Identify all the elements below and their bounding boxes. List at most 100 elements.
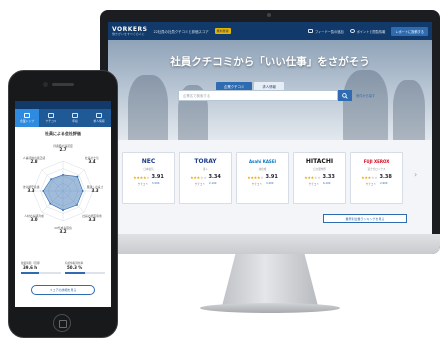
- folder-icon: [308, 29, 313, 33]
- phone-tab-reviews[interactable]: クチコミ: [39, 109, 63, 127]
- company-card[interactable]: Asahi KASEI 旭化成 ★★★★★ 3.91 クチコミ 3,200: [236, 152, 289, 204]
- score-detail-button[interactable]: スコアの詳細を見る: [31, 285, 95, 295]
- radar-axis-value: 3.3: [91, 188, 99, 194]
- hero-figure: [393, 80, 425, 140]
- advanced-search-link[interactable]: 条件から探す: [356, 93, 375, 98]
- chevron-right-icon[interactable]: ›: [414, 170, 417, 179]
- briefcase-icon: [96, 113, 102, 118]
- phone-section-title: 社員による会社評価: [45, 131, 81, 136]
- radar-label: 風通しの良さ 3.3: [79, 185, 111, 194]
- hero-banner: 社員クチコミから「いい仕事」をさがそう 企業クチコミ 求人情報 企業名で検索する…: [108, 40, 432, 140]
- radar-label: 人事評価の適正感 2.8: [18, 156, 50, 165]
- signup-badge[interactable]: 無料登録: [214, 28, 231, 34]
- phone-speaker: [52, 83, 74, 86]
- radar-label: 社員の相互尊重 3.3: [76, 214, 108, 223]
- radar-axis-value: 2.7: [59, 147, 67, 153]
- company-card[interactable]: TORAY 東レ ★★★★★ 3.34 クチコミ 2,100: [179, 152, 232, 204]
- search-tabs: 企業クチコミ 求人情報: [216, 82, 284, 90]
- stat-bar: [65, 271, 105, 274]
- star-rating-icon: ★★★★★: [361, 174, 378, 180]
- hero-figure: [343, 70, 388, 140]
- header-link-feed-label: フィード一覧の追加: [315, 29, 344, 34]
- company-rating: ★★★★★ 3.33: [304, 174, 335, 180]
- phone-nav: 企業トップ クチコミ 年収 求人情報: [15, 109, 111, 127]
- logo-subtext: 働きがいをすべての人に: [112, 32, 145, 36]
- company-card[interactable]: FUJI XEROX 富士ゼロックス ★★★★★ 3.38 クチコミ 2,900: [350, 152, 403, 204]
- header-link-points-label: ポイントと閲覧情報: [356, 29, 386, 34]
- radar-label: 待遇面の満足度 2.7: [47, 144, 79, 153]
- company-rating: ★★★★★ 3.91: [133, 174, 164, 180]
- meta-label: クチコミ: [251, 183, 262, 186]
- rating-score: 3.91: [151, 174, 164, 180]
- hero-figure: [128, 75, 168, 140]
- company-card[interactable]: NEC 日本電気 ★★★★★ 3.91 クチコミ 5,500: [122, 152, 175, 204]
- phone-tab-top[interactable]: 企業トップ: [15, 109, 39, 127]
- company-meta: クチコミ 3,200: [252, 182, 274, 186]
- chat-icon: [48, 113, 54, 118]
- radar-axis-value: 3.3: [27, 188, 35, 194]
- phone-tab-label: クチコミ: [45, 119, 57, 123]
- phone-tab-label: 企業トップ: [20, 119, 34, 123]
- company-rating: ★★★★★ 3.91: [247, 174, 278, 180]
- company-card[interactable]: HITACHI 日立製作所 ★★★★★ 3.33 クチコミ 6,100: [293, 152, 346, 204]
- phone-tab-salary[interactable]: 年収: [63, 109, 87, 127]
- site-logo[interactable]: VORKERS 働きがいをすべての人に: [112, 26, 147, 36]
- header-link-points[interactable]: ポイントと閲覧情報: [349, 29, 386, 34]
- radar-axis-value: 2.8: [30, 159, 38, 165]
- post-report-button[interactable]: レポートに投稿する: [391, 26, 428, 36]
- meta-value: 2,900: [379, 182, 388, 185]
- tab-reviews[interactable]: 企業クチコミ: [216, 82, 253, 90]
- meta-value: 6,100: [322, 182, 331, 185]
- monitor-base: [200, 303, 340, 313]
- company-logo: Asahi KASEI: [248, 159, 277, 164]
- radar-label: 人材の長期育成 3.0: [18, 214, 50, 223]
- radar-point: [62, 173, 64, 176]
- bar-chart-icon: [72, 113, 78, 118]
- stat-bar-fill: [21, 271, 39, 274]
- radar-chart: 待遇面の満足度 2.7 社員の士気 3.4 風通しの良さ 3.3 社員の相互尊重 3.3 20代…: [15, 139, 111, 249]
- ranking-button[interactable]: 業界別企業ランキングを見る: [323, 214, 407, 223]
- radar-point: [76, 175, 79, 178]
- radar-axis-value: 3.4: [88, 159, 96, 165]
- rating-score: 3.33: [322, 174, 335, 180]
- phone-tab-label: 求人情報: [93, 119, 105, 123]
- search-button[interactable]: [338, 90, 352, 101]
- company-name: 富士ゼロックス: [367, 168, 386, 171]
- star-rating-icon: ★★★★★: [190, 174, 207, 180]
- meta-value: 5,500: [151, 182, 160, 185]
- meta-label: クチコミ: [194, 183, 205, 186]
- phone-status-bar: [15, 101, 111, 109]
- leave-stat: 有給休暇消化率 50.3 %: [65, 261, 105, 274]
- company-rating: ★★★★★ 3.38: [361, 174, 392, 180]
- search-input[interactable]: 企業名で検索する: [178, 90, 338, 101]
- radar-label: 法令順守意識 3.3: [15, 185, 47, 194]
- rating-score: 3.91: [265, 174, 278, 180]
- company-rating: ★★★★★ 3.34: [190, 174, 221, 180]
- company-logo: NEC: [141, 158, 156, 165]
- stat-bar: [21, 271, 61, 274]
- desktop-monitor: VORKERS 働きがいをすべての人に 22社員の社員クチコミと評価スコア 無料…: [100, 10, 440, 254]
- company-name: 日立製作所: [313, 168, 326, 171]
- phone-stats: 残業時間（月間） 39.6 h 有給休暇消化率 50.3 %: [21, 261, 105, 274]
- smartphone: 企業トップ クチコミ 年収 求人情報 社員による会社評価 待遇面の満足度 2.7 社…: [8, 70, 118, 338]
- company-meta: クチコミ 2,900: [366, 182, 388, 186]
- monitor-camera: [267, 13, 271, 17]
- header-link-feed[interactable]: フィード一覧の追加: [308, 29, 344, 34]
- radar-point: [62, 209, 64, 212]
- tab-jobs[interactable]: 求人情報: [254, 82, 284, 90]
- phone-tab-jobs[interactable]: 求人情報: [87, 109, 111, 127]
- phone-screen: 企業トップ クチコミ 年収 求人情報 社員による会社評価 待遇面の満足度 2.7 社…: [15, 101, 111, 307]
- home-icon: [24, 113, 30, 118]
- radar-axis-value: 3.2: [59, 229, 67, 235]
- user-icon: [349, 29, 355, 33]
- site-header: VORKERS 働きがいをすべての人に 22社員の社員クチコミと評価スコア 無料…: [108, 22, 432, 40]
- radar-label: 社員の士気 3.4: [76, 156, 108, 165]
- star-rating-icon: ★★★★★: [304, 174, 321, 180]
- company-name: 旭化成: [258, 168, 267, 171]
- company-name: 東レ: [202, 168, 209, 171]
- home-button[interactable]: [53, 314, 71, 332]
- radar-axis-value: 3.0: [30, 217, 38, 223]
- rating-score: 3.38: [379, 174, 392, 180]
- company-logo: FUJI XEROX: [363, 159, 390, 164]
- rating-score: 3.34: [208, 174, 221, 180]
